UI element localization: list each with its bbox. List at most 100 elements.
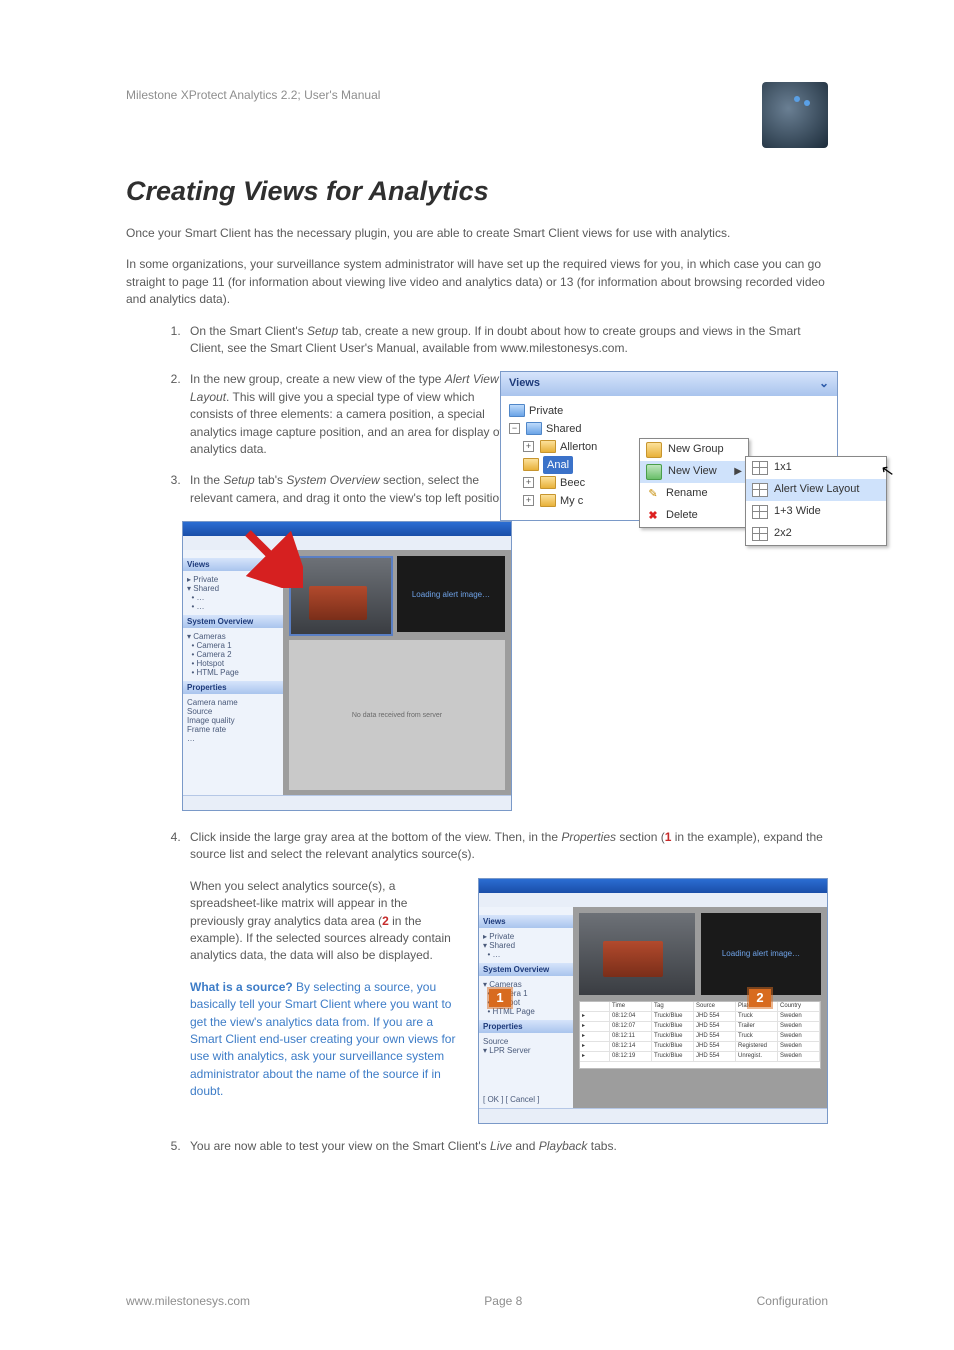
nav-section-properties: Properties	[183, 681, 291, 694]
nav-section-system-overview: System Overview	[183, 615, 291, 628]
intro-paragraph-1: Once your Smart Client has the necessary…	[126, 225, 828, 242]
window-tabs	[479, 893, 827, 908]
analytics-data-matrix: TimeTagSourcePlateCountry ▸08:12:04Truck…	[579, 1001, 821, 1069]
submenu-1-3-wide[interactable]: 1+3 Wide	[746, 501, 886, 523]
expand-box-icon[interactable]: +	[523, 495, 534, 506]
step-4-properties-word: Properties	[561, 830, 616, 844]
layout-13wide-icon	[752, 505, 768, 519]
rename-icon	[646, 487, 660, 501]
folder-icon	[509, 404, 525, 417]
alert-image-tile: Loading alert image…	[701, 913, 821, 995]
step-2-text-c: . This will give you a special type of v…	[190, 390, 503, 456]
window-titlebar	[183, 522, 511, 536]
ctx-new-view-label: New View	[668, 464, 717, 480]
step-3-setup-word: Setup	[223, 473, 254, 487]
views-tree-panel: Views ⌄ Private − Shared	[500, 371, 838, 520]
ctx-new-view[interactable]: New View ▶	[640, 461, 748, 483]
step-5-live-word: Live	[490, 1139, 512, 1153]
tree-label-allerton: Allerton	[560, 438, 597, 456]
step-5-playback-word: Playback	[539, 1139, 588, 1153]
camera-tile	[579, 913, 695, 995]
footer-site-url: www.milestonesys.com	[126, 1294, 250, 1308]
tip-lead: What is a source?	[190, 980, 293, 994]
tree-label-myc: My c	[560, 492, 583, 510]
folder-icon	[540, 494, 556, 507]
window-tabs	[183, 536, 511, 551]
new-view-submenu: 1x1 Alert View Layout 1+3 Wide 2x2	[745, 456, 887, 546]
ctx-delete-label: Delete	[666, 508, 698, 524]
step-5-text-c: and	[512, 1139, 539, 1153]
layout-alert-icon	[752, 483, 768, 497]
new-view-icon	[646, 464, 662, 480]
camera-video-content	[309, 586, 367, 620]
alert-image-tile: Loading alert image…	[397, 556, 505, 632]
submenu-alert-view-layout[interactable]: Alert View Layout	[746, 479, 886, 501]
camera-tile	[289, 556, 393, 636]
view-canvas: Loading alert image… TimeTagSourcePlateC…	[573, 907, 827, 1109]
submenu-2x2-label: 2x2	[774, 526, 792, 542]
collapse-box-icon[interactable]: −	[509, 423, 520, 434]
brand-logo	[762, 82, 828, 148]
what-is-a-source-tip: What is a source? By selecting a source,…	[190, 979, 460, 1101]
step-4: Click inside the large gray area at the …	[184, 829, 828, 1124]
submenu-1x1[interactable]: 1x1	[746, 457, 886, 479]
step-3-text-a: In the	[190, 473, 223, 487]
expand-box-icon[interactable]: +	[523, 441, 534, 452]
collapse-icon[interactable]: ⌄	[819, 375, 829, 392]
intro-paragraph-2: In some organizations, your surveillance…	[126, 256, 828, 308]
callout-2: 2	[749, 989, 771, 1007]
delete-icon	[646, 509, 660, 523]
folder-icon	[540, 440, 556, 453]
left-nav-pane: Views ▸ Private ▾ Shared • … System Over…	[479, 907, 582, 1109]
analytics-empty-text: No data received from server	[352, 712, 442, 719]
step-1-setup-word: Setup	[307, 324, 338, 338]
step-5-text-e: tabs.	[587, 1139, 616, 1153]
page-title: Creating Views for Analytics	[126, 176, 828, 207]
ctx-new-group[interactable]: New Group	[640, 439, 748, 461]
step-5: You are now able to test your view on th…	[184, 1138, 828, 1155]
tree-node-private[interactable]: Private	[509, 402, 829, 420]
step-3-text-c: tab's	[255, 473, 287, 487]
step-5-text-a: You are now able to test your view on th…	[190, 1139, 490, 1153]
setup-screenshot-select-source: Views ▸ Private ▾ Shared • … System Over…	[478, 878, 828, 1124]
submenu-arrow-icon: ▶	[734, 465, 742, 480]
step-1: On the Smart Client's Setup tab, create …	[184, 323, 828, 358]
submenu-alert-label: Alert View Layout	[774, 482, 859, 498]
doc-header-title: Milestone XProtect Analytics 2.2; User's…	[126, 88, 380, 102]
submenu-1x1-label: 1x1	[774, 460, 792, 476]
tree-node-shared[interactable]: − Shared	[509, 420, 829, 438]
footer-page-number: Page 8	[484, 1294, 522, 1308]
tree-label-beec: Beec	[560, 474, 585, 492]
submenu-13wide-label: 1+3 Wide	[774, 504, 821, 520]
folder-icon	[526, 422, 542, 435]
step-3-sysov-word: System Overview	[286, 473, 379, 487]
step-4-text-c: section (	[616, 830, 665, 844]
nav-section-views: Views	[479, 915, 581, 928]
left-nav-pane: Views ▸ Private ▾ Shared • … • … System …	[183, 550, 292, 796]
layout-1x1-icon	[752, 461, 768, 475]
ctx-delete[interactable]: Delete	[640, 505, 748, 527]
ctx-rename[interactable]: Rename	[640, 483, 748, 505]
ctx-new-group-label: New Group	[668, 442, 724, 458]
nav-section-properties: Properties	[479, 1020, 581, 1033]
submenu-2x2[interactable]: 2x2	[746, 523, 886, 545]
step-2-text-a: In the new group, create a new view of t…	[190, 372, 445, 386]
analytics-data-area-empty: No data received from server	[289, 640, 505, 790]
layout-2x2-icon	[752, 527, 768, 541]
nav-section-views: Views	[183, 558, 291, 571]
tree-label-shared: Shared	[546, 420, 581, 438]
window-statusbar	[183, 795, 511, 810]
tree-label-private: Private	[529, 402, 563, 420]
expand-box-icon[interactable]: +	[523, 477, 534, 488]
view-canvas: Loading alert image… No data received fr…	[283, 550, 511, 796]
step-4-para-a: When you select analytics source(s), a s…	[190, 879, 407, 928]
ctx-rename-label: Rename	[666, 486, 708, 502]
callout-1: 1	[489, 989, 511, 1007]
folder-icon	[540, 476, 556, 489]
views-panel-titlebar[interactable]: Views ⌄	[501, 372, 837, 395]
window-titlebar	[479, 879, 827, 893]
step-4-marker-2: 2	[382, 914, 389, 928]
window-statusbar	[479, 1108, 827, 1123]
step-4-text-a: Click inside the large gray area at the …	[190, 830, 561, 844]
folder-icon	[523, 458, 539, 471]
